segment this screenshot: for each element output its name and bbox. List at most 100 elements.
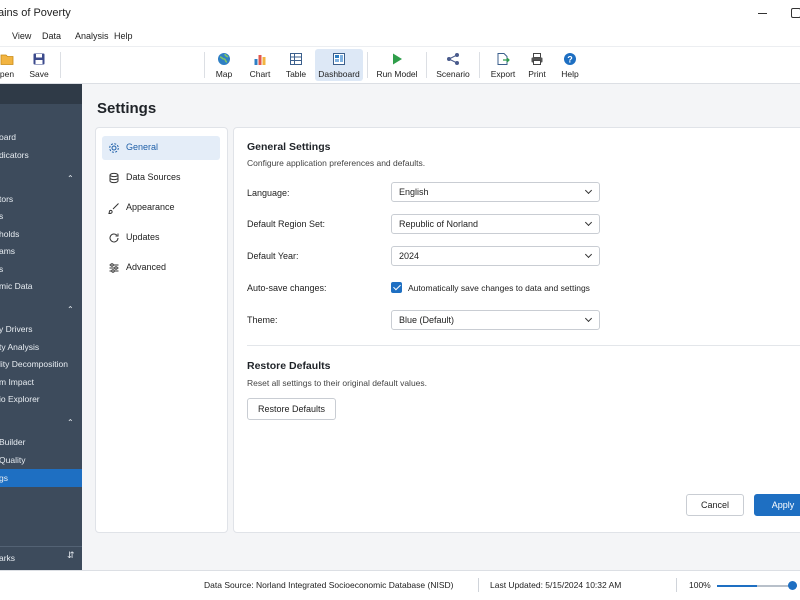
menu-help[interactable]: Help (114, 31, 133, 41)
nav-general[interactable]: General (102, 136, 220, 160)
menu-view[interactable]: View (12, 31, 31, 41)
year-label: Default Year: (247, 251, 299, 261)
settings-nav: General Data Sources Appearance Updates … (95, 127, 228, 533)
main-area: Settings General Data Sources Appearance… (82, 84, 800, 570)
sidebar-item-program-impact[interactable]: m Impact (0, 374, 82, 390)
chevron-up-icon[interactable]: ⌃ (67, 174, 74, 183)
minimize-icon[interactable] (754, 5, 772, 21)
zoom-slider-fill (717, 585, 757, 587)
maximize-icon[interactable] (788, 5, 800, 21)
autosave-checkbox-label[interactable]: Automatically save changes to data and s… (408, 283, 590, 293)
sidebar-item-indicators[interactable]: dicators (0, 147, 82, 163)
status-separator (676, 578, 677, 592)
sidebar-item-settings[interactable]: gs (0, 469, 82, 487)
gear-icon (109, 143, 119, 153)
chevron-down-icon (584, 218, 593, 227)
window-title: ains of Poverty (0, 7, 71, 19)
table-icon (290, 53, 302, 65)
theme-select[interactable]: Blue (Default) (391, 310, 600, 330)
sidebar-item-programs[interactable]: ams (0, 243, 82, 259)
table-button[interactable]: Table (282, 49, 310, 81)
sidebar-item-poverty-drivers[interactable]: y Drivers (0, 321, 82, 337)
autosave-checkbox[interactable] (391, 282, 402, 293)
restore-defaults-title: Restore Defaults (247, 360, 331, 372)
section-divider (247, 345, 800, 346)
svg-text:?: ? (567, 55, 573, 65)
apply-button[interactable]: Apply (754, 494, 800, 516)
region-label: Default Region Set: (247, 219, 326, 229)
toolbar-separator (60, 52, 61, 78)
chart-button[interactable]: Chart (245, 49, 275, 81)
autosave-label: Auto-save changes: (247, 283, 327, 293)
year-select[interactable]: 2024 (391, 246, 600, 266)
brush-icon (108, 203, 119, 214)
dashboard-button[interactable]: Dashboard (315, 49, 363, 81)
zoom-slider[interactable] (717, 581, 797, 590)
scenario-button[interactable]: Scenario (435, 49, 471, 81)
export-icon (497, 53, 510, 65)
sidebar-item-quality[interactable]: Quality (0, 452, 82, 468)
language-select[interactable]: English (391, 182, 600, 202)
open-button[interactable]: pen (0, 49, 22, 81)
chevron-down-icon (584, 250, 593, 259)
folder-icon (0, 54, 14, 65)
title-bar: ains of Poverty (0, 0, 800, 28)
nav-appearance[interactable]: Appearance (102, 196, 220, 220)
save-button[interactable]: Save (26, 49, 52, 81)
sidebar-item-scenario-explorer[interactable]: io Explorer (0, 391, 82, 407)
status-data-source: Data Source: Norland Integrated Socioeco… (204, 580, 454, 590)
general-settings-title: General Settings (247, 141, 331, 153)
sidebar-item-data-2[interactable]: s (0, 208, 82, 224)
play-icon (393, 53, 402, 65)
help-icon: ? (564, 53, 576, 65)
sidebar-item-data-5[interactable]: s (0, 261, 82, 277)
toolbar-separator (426, 52, 427, 78)
dashboard-icon (333, 53, 345, 65)
chevron-up-icon[interactable]: ⌃ (67, 305, 74, 314)
restore-defaults-description: Reset all settings to their original def… (247, 378, 428, 388)
nav-advanced[interactable]: Advanced (102, 256, 220, 280)
bar-chart-icon (254, 55, 266, 65)
sidebar-item-inequality-decomposition[interactable]: lity Decomposition (0, 356, 82, 372)
zoom-level: 100% (689, 580, 711, 590)
sidebar-item-dashboard[interactable]: oard (0, 129, 82, 145)
refresh-icon (109, 233, 119, 243)
settings-content: General Settings Configure application p… (233, 127, 800, 533)
toolbar-separator (367, 52, 368, 78)
menu-data[interactable]: Data (42, 31, 61, 41)
database-icon (109, 172, 119, 184)
language-label: Language: (247, 188, 290, 198)
chevron-down-icon (584, 314, 593, 323)
sidebar-item-households[interactable]: holds (0, 226, 82, 242)
map-button[interactable]: Map (210, 49, 238, 81)
help-button[interactable]: ? Help (558, 49, 582, 81)
export-button[interactable]: Export (488, 49, 518, 81)
restore-defaults-button[interactable]: Restore Defaults (247, 398, 336, 420)
toolbar-separator (204, 52, 205, 78)
menu-analysis[interactable]: Analysis (75, 31, 109, 41)
chevron-updown-icon[interactable]: ⇵ (67, 550, 75, 561)
status-bar: Data Source: Norland Integrated Socioeco… (0, 570, 800, 600)
toolbar: pen Save Map Chart Table Dashboard Run M… (0, 46, 800, 84)
chevron-up-icon[interactable]: ⌃ (67, 418, 74, 427)
cancel-button[interactable]: Cancel (686, 494, 744, 516)
theme-label: Theme: (247, 315, 278, 325)
run-model-button[interactable]: Run Model (375, 49, 419, 81)
sidebar-item-economic-data[interactable]: mic Data (0, 278, 82, 294)
general-settings-description: Configure application preferences and de… (247, 158, 426, 168)
scenario-icon (447, 53, 459, 65)
printer-icon (531, 53, 543, 65)
sidebar-item-builder[interactable]: Builder (0, 434, 82, 450)
nav-updates[interactable]: Updates (102, 226, 220, 250)
sidebar-item-data-1[interactable]: tors (0, 191, 82, 207)
sidebar-item-poverty-analysis[interactable]: ty Analysis (0, 339, 82, 355)
nav-data-sources[interactable]: Data Sources (102, 166, 220, 190)
zoom-slider-thumb[interactable] (788, 581, 797, 590)
save-icon (33, 53, 45, 65)
sidebar-header (0, 84, 82, 104)
print-button[interactable]: Print (524, 49, 550, 81)
region-select[interactable]: Republic of Norland (391, 214, 600, 234)
sliders-icon (109, 263, 119, 273)
status-last-updated: Last Updated: 5/15/2024 10:32 AM (490, 580, 622, 590)
menu-bar: View Data Analysis Help (0, 28, 800, 46)
